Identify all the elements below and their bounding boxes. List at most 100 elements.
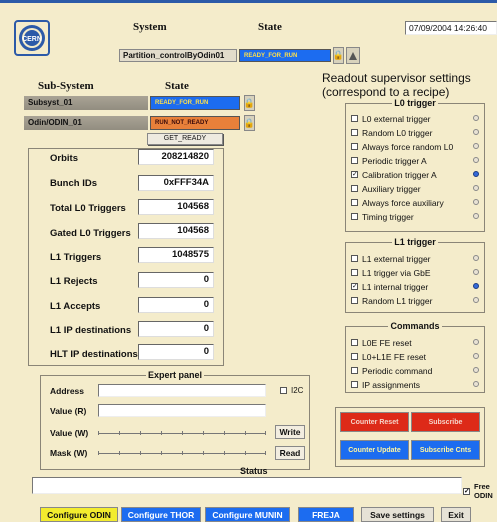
- subsystem-state: READY_FOR_RUN: [150, 96, 240, 110]
- checkbox[interactable]: [351, 199, 358, 206]
- checkbox[interactable]: [351, 255, 358, 262]
- checkbox[interactable]: [351, 381, 358, 388]
- l0-option[interactable]: ✓ Calibration trigger A: [351, 169, 437, 180]
- counter-label: Orbits: [50, 153, 78, 164]
- subscribe-cnts-button[interactable]: Subscribe Cnts: [411, 440, 480, 460]
- l0-option[interactable]: Always force auxiliary: [351, 197, 444, 208]
- counter-reset-button[interactable]: Counter Reset: [340, 412, 409, 432]
- free-odin-checkbox-row[interactable]: ✓ Free ODIN: [463, 482, 497, 500]
- status-led-active: [473, 283, 479, 289]
- checkbox[interactable]: [351, 353, 358, 360]
- value-r-input[interactable]: [98, 404, 266, 417]
- option-label: L1 external trigger: [362, 253, 431, 264]
- configure-munin-button[interactable]: Configure MUNIN: [205, 507, 290, 522]
- save-settings-button[interactable]: Save settings: [361, 507, 434, 522]
- mask-w-label: Mask (W): [50, 448, 88, 458]
- mask-w-slider[interactable]: [98, 444, 266, 460]
- i2c-checkbox[interactable]: [280, 387, 287, 394]
- partition-fsm-button[interactable]: [346, 47, 360, 64]
- write-button[interactable]: Write: [275, 425, 305, 439]
- checkbox[interactable]: [351, 129, 358, 136]
- option-label: Periodic command: [362, 365, 433, 376]
- freja-button[interactable]: FREJA: [298, 507, 354, 522]
- counter-label: L1 Rejects: [50, 276, 98, 287]
- counter-value: 208214820: [138, 149, 214, 165]
- option-label: L0 external trigger: [362, 113, 431, 124]
- l1-option[interactable]: ✓ L1 internal trigger: [351, 281, 428, 292]
- command-option[interactable]: L0E FE reset: [351, 337, 412, 348]
- subsystem-lock-button[interactable]: 🔒: [244, 95, 255, 111]
- l1-option[interactable]: Random L1 trigger: [351, 295, 432, 306]
- counter-label: L1 IP destinations: [50, 325, 132, 336]
- address-input[interactable]: [98, 384, 266, 397]
- counter-value: 104568: [138, 199, 214, 215]
- i2c-checkbox-row[interactable]: I2C: [280, 386, 303, 395]
- checkbox[interactable]: [351, 157, 358, 164]
- l1-option[interactable]: L1 trigger via GbE: [351, 267, 431, 278]
- checkbox[interactable]: [351, 213, 358, 220]
- l0-option[interactable]: Always force random L0: [351, 141, 453, 152]
- fsm-action-menu-item[interactable]: GET_READY: [147, 133, 223, 145]
- status-label: Status: [240, 466, 268, 476]
- checkbox[interactable]: [351, 367, 358, 374]
- partition-name: Partition_controlByOdin01: [119, 49, 237, 62]
- checkbox[interactable]: [351, 115, 358, 122]
- status-led: [473, 129, 479, 135]
- value-w-slider[interactable]: [98, 424, 266, 440]
- read-button[interactable]: Read: [275, 446, 305, 460]
- title-line-2: (correspond to a recipe): [322, 85, 450, 99]
- status-led: [473, 381, 479, 387]
- counter-update-button[interactable]: Counter Update: [340, 440, 409, 460]
- command-option[interactable]: IP assignments: [351, 379, 420, 390]
- configure-odin-button[interactable]: Configure ODIN: [40, 507, 118, 522]
- subsystem-name: Subsyst_01: [24, 96, 148, 110]
- l0-option[interactable]: Random L0 trigger: [351, 127, 432, 138]
- checkbox[interactable]: [351, 339, 358, 346]
- free-odin-label: Free ODIN: [474, 482, 493, 500]
- checkbox-checked[interactable]: ✓: [351, 283, 358, 290]
- state-header: State: [258, 21, 282, 33]
- window-top-border: [0, 0, 497, 3]
- l1-option[interactable]: L1 external trigger: [351, 253, 431, 264]
- free-odin-checkbox-checked[interactable]: ✓: [463, 487, 470, 495]
- l1-trigger-title: L1 trigger: [394, 237, 436, 247]
- command-option[interactable]: Periodic command: [351, 365, 432, 376]
- warning-triangle-icon: [349, 51, 357, 60]
- subsystem-state: RUN_NOT_READY: [150, 116, 240, 130]
- subsystem-lock-button[interactable]: 🔒: [244, 115, 255, 131]
- status-led: [473, 115, 479, 121]
- counter-label: Gated L0 Triggers: [50, 228, 131, 239]
- svg-text:CERN: CERN: [22, 36, 42, 43]
- checkbox-checked[interactable]: ✓: [351, 171, 358, 178]
- cern-logo: CERN: [14, 20, 50, 56]
- system-header: System: [133, 21, 167, 33]
- status-led: [473, 367, 479, 373]
- subscribe-button[interactable]: Subscribe: [411, 412, 480, 432]
- status-led: [473, 199, 479, 205]
- value-r-label: Value (R): [50, 406, 87, 416]
- partition-lock-button[interactable]: 🔒: [333, 47, 344, 64]
- l0-option[interactable]: Auxiliary trigger: [351, 183, 421, 194]
- option-label: IP assignments: [362, 379, 420, 390]
- l0-option[interactable]: L0 external trigger: [351, 113, 431, 124]
- l0-option[interactable]: Timing trigger: [351, 211, 414, 222]
- counter-label: L1 Accepts: [50, 301, 101, 312]
- option-label: Random L0 trigger: [362, 127, 433, 138]
- subsystem-state-col-header: State: [165, 80, 189, 92]
- status-led: [473, 255, 479, 261]
- checkbox[interactable]: [351, 297, 358, 304]
- checkbox[interactable]: [351, 185, 358, 192]
- option-label: L1 trigger via GbE: [362, 267, 431, 278]
- status-led: [473, 353, 479, 359]
- counter-label: Total L0 Triggers: [50, 203, 126, 214]
- option-label: L0E FE reset: [362, 337, 412, 348]
- checkbox[interactable]: [351, 269, 358, 276]
- configure-thor-button[interactable]: Configure THOR: [121, 507, 201, 522]
- partition-state: READY_FOR_RUN: [239, 49, 331, 62]
- l0-option[interactable]: Periodic trigger A: [351, 155, 427, 166]
- command-option[interactable]: L0+L1E FE reset: [351, 351, 426, 362]
- lock-icon: 🔒: [243, 97, 256, 108]
- l0-trigger-options: L0 external trigger Random L0 trigger Al…: [345, 110, 485, 230]
- exit-button[interactable]: Exit: [441, 507, 471, 522]
- checkbox[interactable]: [351, 143, 358, 150]
